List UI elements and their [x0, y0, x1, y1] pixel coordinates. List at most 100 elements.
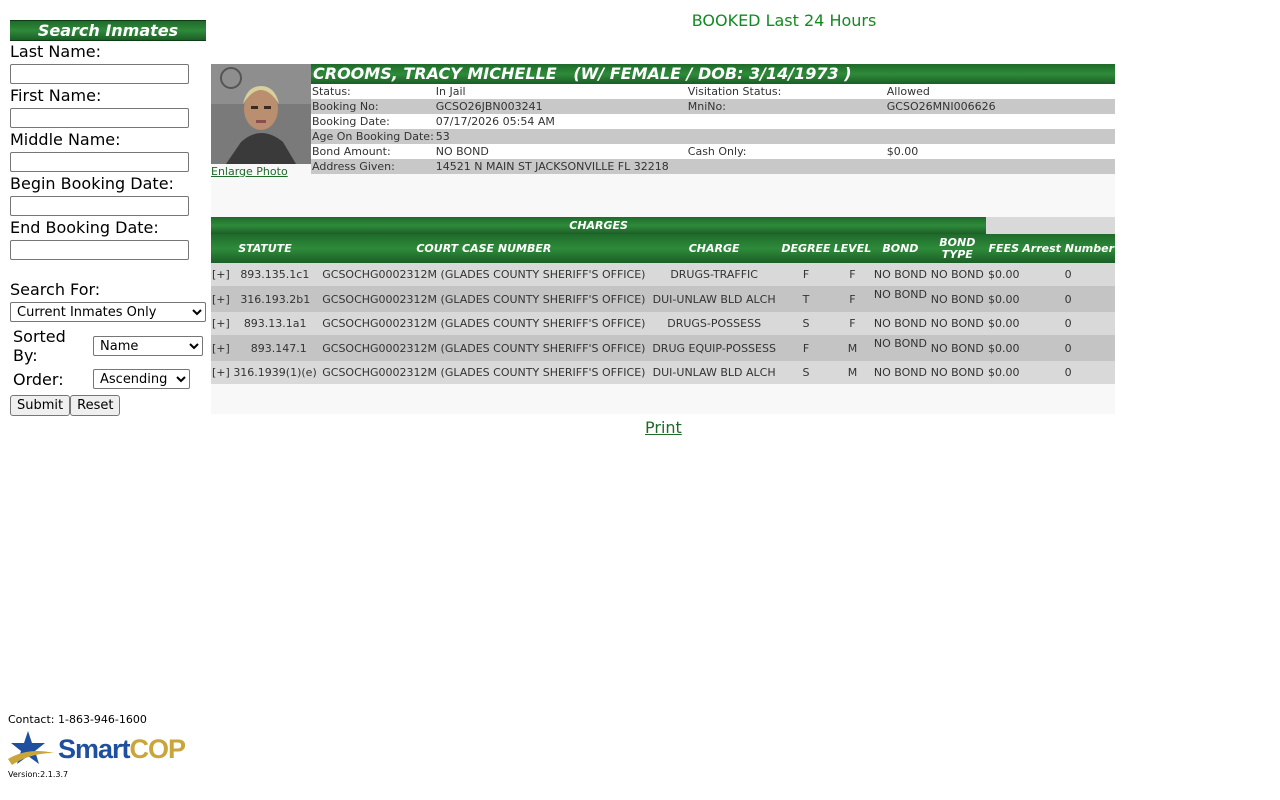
- degree-cell: S: [779, 361, 833, 384]
- charge-row: [+] 316.1939(1)(e) GCSOCHG0002312M (GLAD…: [211, 361, 1115, 384]
- reset-button[interactable]: Reset: [70, 395, 121, 416]
- version-text: Version:2.1.3.7: [8, 770, 69, 779]
- fees-cell: $0.00: [986, 312, 1022, 335]
- statute-cell: 316.193.2b1: [240, 292, 311, 306]
- level-cell: F: [832, 312, 873, 335]
- info-key: Status:: [311, 84, 435, 99]
- arrest-number-cell: 0: [1021, 286, 1115, 312]
- info-value: [885, 129, 1115, 144]
- fees-header: FEES: [986, 234, 1022, 263]
- info-row: Bond Amount: NO BOND Cash Only: $0.00: [311, 144, 1115, 159]
- star-swoosh-icon: [8, 731, 54, 765]
- sorted-by-select[interactable]: Name: [93, 336, 203, 356]
- last-name-input[interactable]: [10, 64, 189, 84]
- arrest-number-cell: 0: [1021, 335, 1115, 361]
- info-value: GCSO26MNI006626: [885, 99, 1115, 114]
- end-booking-date-input[interactable]: [10, 240, 189, 260]
- info-row: Age On Booking Date: 53: [311, 129, 1115, 144]
- fees-cell: $0.00: [986, 335, 1022, 361]
- court-case-cell: GCSOCHG0002312M (GLADES COUNTY SHERIFF'S…: [318, 286, 649, 312]
- arrest-number-cell: 0: [1021, 312, 1115, 335]
- degree-cell: F: [779, 263, 833, 286]
- expand-toggle[interactable]: [+]: [212, 317, 230, 330]
- charges-table: CHARGES STATUTE COURT CASE NUMBER CHARGE…: [211, 217, 1115, 384]
- bond-cell: NO BOND: [872, 335, 929, 361]
- degree-cell: S: [779, 312, 833, 335]
- info-row: Booking Date: 07/17/2026 05:54 AM: [311, 114, 1115, 129]
- bond-cell: NO BOND: [872, 361, 929, 384]
- info-key: [686, 129, 886, 144]
- info-key: Cash Only:: [686, 144, 886, 159]
- middle-name-label: Middle Name:: [10, 130, 121, 149]
- level-cell: M: [832, 361, 873, 384]
- submit-button[interactable]: Submit: [10, 395, 71, 416]
- smartcop-logo: SmartCOP: [8, 729, 208, 769]
- begin-booking-date-label: Begin Booking Date:: [10, 174, 174, 193]
- charges-header-row: STATUTE COURT CASE NUMBER CHARGE DEGREE …: [211, 234, 1115, 263]
- info-key: Visitation Status:: [686, 84, 886, 99]
- expand-toggle[interactable]: [+]: [212, 342, 230, 355]
- statute-cell: 893.13.1a1: [243, 317, 307, 330]
- middle-name-input[interactable]: [10, 152, 189, 172]
- print-link[interactable]: Print: [645, 418, 682, 437]
- degree-header: DEGREE: [779, 234, 833, 263]
- info-key: Address Given:: [311, 159, 435, 174]
- info-value: 07/17/2026 05:54 AM: [434, 114, 687, 129]
- inmate-info-table: Status: In Jail Visitation Status: Allow…: [311, 84, 1115, 174]
- search-for-select[interactable]: Current Inmates Only: [10, 302, 206, 322]
- order-label: Order:: [13, 369, 64, 389]
- info-value: GCSO26JBN003241: [434, 99, 687, 114]
- statute-header: STATUTE: [211, 234, 319, 263]
- charge-cell: DRUGS-POSSESS: [648, 312, 780, 335]
- first-name-input[interactable]: [10, 108, 189, 128]
- sorted-by-label: Sorted By:: [13, 327, 66, 365]
- enlarge-photo-link[interactable]: Enlarge Photo: [211, 165, 311, 178]
- bond-type-cell: NO BOND: [928, 263, 987, 286]
- info-value: 14521 N MAIN ST JACKSONVILLE FL 32218: [434, 159, 1115, 174]
- info-key: MniNo:: [686, 99, 886, 114]
- arrest-number-header: Arrest Number: [1021, 234, 1115, 263]
- fees-cell: $0.00: [986, 263, 1022, 286]
- begin-booking-date-input[interactable]: [10, 196, 189, 216]
- charge-cell: DRUG EQUIP-POSSESS: [648, 335, 780, 361]
- bond-cell: NO BOND: [872, 286, 929, 312]
- statute-cell: 893.135.1c1: [240, 268, 310, 281]
- expand-toggle[interactable]: [+]: [212, 366, 230, 379]
- bond-type-header: BOND TYPE: [928, 234, 987, 263]
- bond-header: BOND: [872, 234, 929, 263]
- court-case-cell: GCSOCHG0002312M (GLADES COUNTY SHERIFF'S…: [318, 361, 649, 384]
- charge-row: [+] 893.135.1c1 GCSOCHG0002312M (GLADES …: [211, 263, 1115, 286]
- fees-cell: $0.00: [986, 361, 1022, 384]
- info-value: In Jail: [434, 84, 687, 99]
- page-heading: BOOKED Last 24 Hours: [691, 11, 877, 30]
- search-for-label: Search For:: [10, 280, 101, 299]
- info-row: Status: In Jail Visitation Status: Allow…: [311, 84, 1115, 99]
- bond-type-cell: NO BOND: [928, 361, 987, 384]
- inmate-photo[interactable]: [211, 64, 311, 164]
- last-name-label: Last Name:: [10, 42, 102, 61]
- statute-cell: 316.1939(1)(e): [233, 366, 317, 379]
- expand-toggle[interactable]: [+]: [212, 293, 230, 306]
- end-booking-date-label: End Booking Date:: [10, 218, 159, 237]
- charge-cell: DUI-UNLAW BLD ALCH: [648, 361, 780, 384]
- order-select[interactable]: Ascending: [93, 369, 190, 389]
- charge-row: [+] 893.147.1 GCSOCHG0002312M (GLADES CO…: [211, 335, 1115, 361]
- arrest-number-cell: 0: [1021, 361, 1115, 384]
- expand-toggle[interactable]: [+]: [212, 268, 230, 281]
- degree-cell: F: [779, 335, 833, 361]
- level-header: LEVEL: [832, 234, 873, 263]
- court-case-cell: GCSOCHG0002312M (GLADES COUNTY SHERIFF'S…: [318, 312, 649, 335]
- court-case-cell: GCSOCHG0002312M (GLADES COUNTY SHERIFF'S…: [318, 263, 649, 286]
- fees-cell: $0.00: [986, 286, 1022, 312]
- first-name-label: First Name:: [10, 86, 102, 105]
- info-key: Age On Booking Date:: [311, 129, 435, 144]
- info-value: [885, 114, 1115, 129]
- charge-row: [+] 316.193.2b1 GCSOCHG0002312M (GLADES …: [211, 286, 1115, 312]
- info-value: 53: [434, 129, 687, 144]
- info-row: Address Given: 14521 N MAIN ST JACKSONVI…: [311, 159, 1115, 174]
- bond-type-cell: NO BOND: [928, 312, 987, 335]
- charge-row: [+] 893.13.1a1 GCSOCHG0002312M (GLADES C…: [211, 312, 1115, 335]
- level-cell: M: [832, 335, 873, 361]
- statute-cell: 893.147.1: [250, 341, 307, 355]
- court-case-header: COURT CASE NUMBER: [318, 234, 649, 263]
